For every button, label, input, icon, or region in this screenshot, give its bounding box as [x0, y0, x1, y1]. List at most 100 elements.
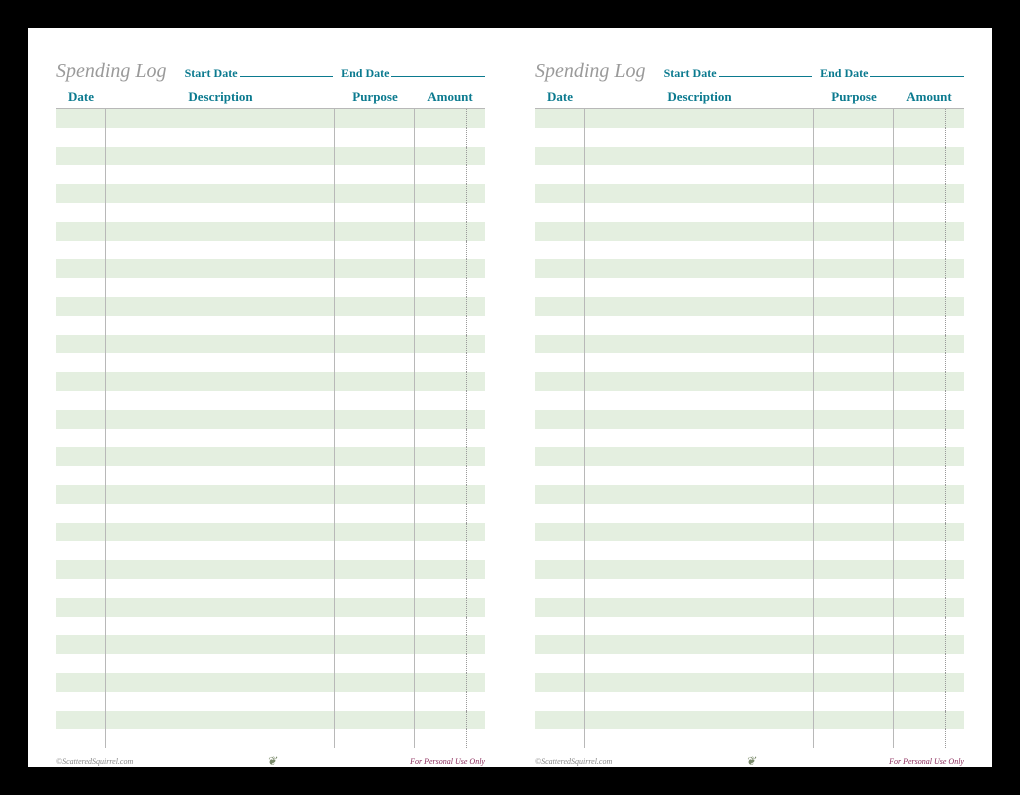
cell-amount[interactable]: [415, 128, 485, 147]
cell-amount[interactable]: [415, 297, 485, 316]
cell-date[interactable]: [535, 635, 585, 654]
cell-purpose[interactable]: [335, 222, 415, 241]
cell-description[interactable]: [585, 711, 814, 730]
cell-purpose[interactable]: [814, 109, 894, 128]
table-row[interactable]: [56, 711, 485, 730]
cell-date[interactable]: [535, 729, 585, 748]
cell-amount[interactable]: [415, 109, 485, 128]
table-row[interactable]: [56, 372, 485, 391]
cell-purpose[interactable]: [814, 222, 894, 241]
cell-purpose[interactable]: [335, 147, 415, 166]
cell-description[interactable]: [106, 429, 335, 448]
table-row[interactable]: [535, 353, 964, 372]
cell-amount[interactable]: [894, 711, 964, 730]
cell-amount[interactable]: [894, 447, 964, 466]
cell-purpose[interactable]: [814, 429, 894, 448]
cell-description[interactable]: [106, 598, 335, 617]
cell-amount[interactable]: [894, 692, 964, 711]
cell-amount[interactable]: [415, 466, 485, 485]
cell-description[interactable]: [585, 541, 814, 560]
cell-date[interactable]: [56, 391, 106, 410]
cell-description[interactable]: [106, 278, 335, 297]
cell-amount[interactable]: [894, 579, 964, 598]
table-row[interactable]: [56, 541, 485, 560]
table-row[interactable]: [56, 447, 485, 466]
cell-amount[interactable]: [894, 466, 964, 485]
cell-purpose[interactable]: [814, 729, 894, 748]
cell-description[interactable]: [585, 410, 814, 429]
cell-amount[interactable]: [415, 165, 485, 184]
table-row[interactable]: [535, 729, 964, 748]
cell-amount[interactable]: [894, 222, 964, 241]
table-row[interactable]: [56, 729, 485, 748]
table-row[interactable]: [535, 523, 964, 542]
cell-amount[interactable]: [894, 673, 964, 692]
cell-purpose[interactable]: [335, 504, 415, 523]
cell-description[interactable]: [106, 128, 335, 147]
cell-description[interactable]: [585, 579, 814, 598]
cell-description[interactable]: [585, 617, 814, 636]
table-row[interactable]: [535, 259, 964, 278]
cell-description[interactable]: [106, 729, 335, 748]
table-row[interactable]: [56, 654, 485, 673]
cell-amount[interactable]: [415, 617, 485, 636]
cell-date[interactable]: [535, 654, 585, 673]
cell-date[interactable]: [56, 259, 106, 278]
cell-date[interactable]: [56, 203, 106, 222]
cell-amount[interactable]: [894, 203, 964, 222]
table-row[interactable]: [56, 241, 485, 260]
cell-purpose[interactable]: [814, 353, 894, 372]
table-row[interactable]: [56, 128, 485, 147]
cell-purpose[interactable]: [814, 259, 894, 278]
table-row[interactable]: [535, 617, 964, 636]
cell-purpose[interactable]: [814, 278, 894, 297]
table-row[interactable]: [535, 241, 964, 260]
cell-date[interactable]: [535, 259, 585, 278]
cell-purpose[interactable]: [814, 335, 894, 354]
cell-purpose[interactable]: [335, 203, 415, 222]
cell-date[interactable]: [56, 729, 106, 748]
cell-description[interactable]: [106, 560, 335, 579]
cell-amount[interactable]: [415, 184, 485, 203]
table-row[interactable]: [56, 297, 485, 316]
table-row[interactable]: [535, 278, 964, 297]
cell-description[interactable]: [106, 447, 335, 466]
cell-description[interactable]: [585, 222, 814, 241]
cell-purpose[interactable]: [814, 184, 894, 203]
cell-date[interactable]: [535, 579, 585, 598]
table-row[interactable]: [535, 447, 964, 466]
cell-amount[interactable]: [415, 335, 485, 354]
cell-date[interactable]: [56, 165, 106, 184]
cell-description[interactable]: [106, 617, 335, 636]
table-row[interactable]: [56, 410, 485, 429]
cell-date[interactable]: [535, 617, 585, 636]
cell-amount[interactable]: [415, 372, 485, 391]
cell-description[interactable]: [106, 635, 335, 654]
cell-description[interactable]: [106, 184, 335, 203]
table-row[interactable]: [535, 316, 964, 335]
cell-amount[interactable]: [894, 241, 964, 260]
cell-description[interactable]: [106, 579, 335, 598]
table-row[interactable]: [56, 147, 485, 166]
cell-date[interactable]: [56, 429, 106, 448]
cell-date[interactable]: [535, 278, 585, 297]
cell-description[interactable]: [585, 316, 814, 335]
cell-amount[interactable]: [894, 147, 964, 166]
table-row[interactable]: [535, 560, 964, 579]
cell-date[interactable]: [56, 297, 106, 316]
cell-date[interactable]: [535, 560, 585, 579]
cell-date[interactable]: [56, 579, 106, 598]
cell-description[interactable]: [106, 504, 335, 523]
cell-description[interactable]: [106, 297, 335, 316]
cell-purpose[interactable]: [335, 729, 415, 748]
cell-purpose[interactable]: [814, 128, 894, 147]
cell-purpose[interactable]: [335, 128, 415, 147]
cell-amount[interactable]: [894, 128, 964, 147]
cell-amount[interactable]: [415, 391, 485, 410]
cell-description[interactable]: [585, 523, 814, 542]
cell-date[interactable]: [535, 523, 585, 542]
table-row[interactable]: [535, 504, 964, 523]
cell-description[interactable]: [106, 692, 335, 711]
table-row[interactable]: [535, 673, 964, 692]
table-row[interactable]: [56, 353, 485, 372]
